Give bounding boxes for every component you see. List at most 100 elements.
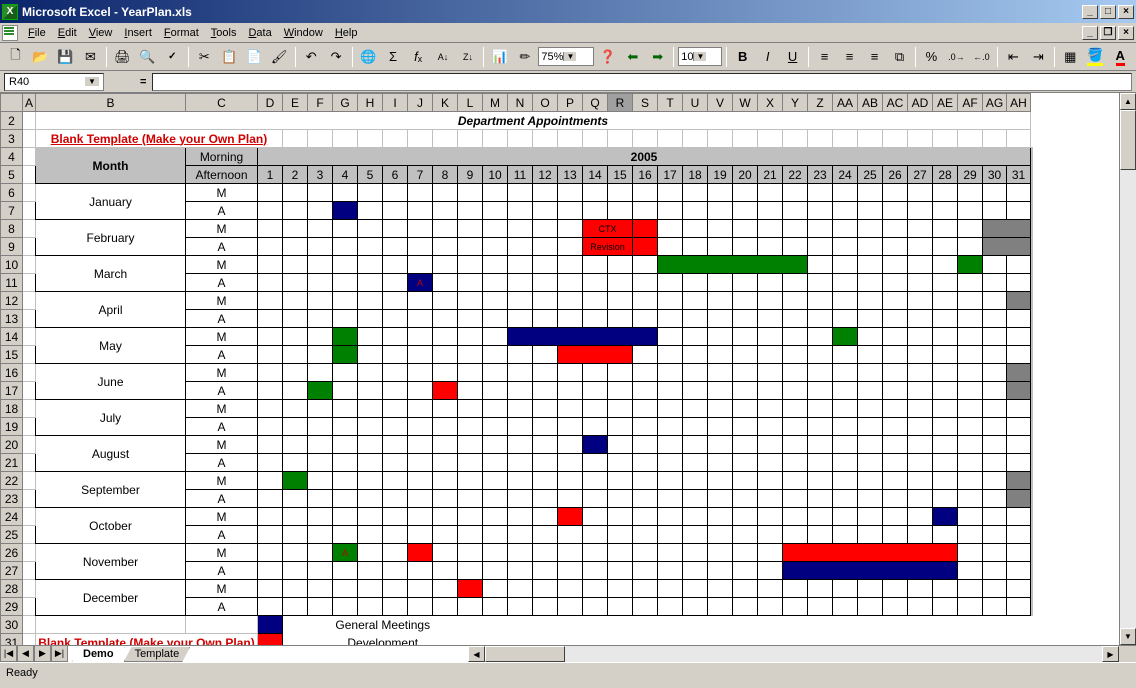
day-cell[interactable] (908, 292, 933, 310)
day-cell[interactable] (433, 544, 458, 562)
day-cell[interactable] (583, 310, 608, 328)
day-cell[interactable] (358, 544, 383, 562)
day-cell[interactable] (933, 526, 958, 544)
day-cell[interactable] (808, 328, 833, 346)
day-cell[interactable] (658, 382, 683, 400)
day-cell[interactable] (983, 544, 1007, 562)
day-cell[interactable] (633, 454, 658, 472)
day-cell[interactable] (633, 598, 658, 616)
day-cell[interactable] (958, 364, 983, 382)
day-cell[interactable] (383, 400, 408, 418)
day-cell[interactable] (733, 382, 758, 400)
day-cell[interactable] (458, 328, 483, 346)
day-cell[interactable] (458, 400, 483, 418)
day-cell[interactable] (533, 490, 558, 508)
day-cell[interactable] (408, 364, 433, 382)
day-cell[interactable] (733, 472, 758, 490)
day-cell[interactable] (533, 580, 558, 598)
day-cell[interactable] (458, 418, 483, 436)
tab-last-icon[interactable]: ▶| (51, 645, 68, 662)
day-cell[interactable] (508, 346, 533, 364)
day-cell[interactable] (983, 292, 1007, 310)
day-cell[interactable] (608, 598, 633, 616)
day-cell[interactable] (658, 454, 683, 472)
day-cell[interactable] (858, 454, 883, 472)
day-cell[interactable] (883, 238, 908, 256)
day-cell[interactable] (533, 526, 558, 544)
day-cell[interactable] (758, 400, 783, 418)
scroll-left-icon[interactable]: ◀ (468, 646, 485, 662)
day-cell[interactable] (833, 472, 858, 490)
day-cell[interactable] (1007, 544, 1031, 562)
day-cell[interactable] (958, 184, 983, 202)
underline-icon[interactable]: U (781, 46, 804, 68)
day-cell[interactable] (308, 472, 333, 490)
appointment-cell[interactable]: Revision (583, 238, 633, 256)
day-cell[interactable] (458, 544, 483, 562)
day-cell[interactable] (958, 418, 983, 436)
hscroll-thumb[interactable] (485, 646, 565, 662)
day-cell[interactable] (358, 418, 383, 436)
day-cell[interactable] (708, 544, 733, 562)
day-cell[interactable] (958, 382, 983, 400)
sheet-tab-demo[interactable]: Demo (72, 647, 125, 662)
day-cell[interactable] (808, 472, 833, 490)
day-cell[interactable] (908, 472, 933, 490)
day-cell[interactable] (308, 580, 333, 598)
day-cell[interactable] (808, 256, 833, 274)
help-icon[interactable]: ❓ (596, 46, 619, 68)
day-cell[interactable] (958, 562, 983, 580)
align-center-icon[interactable]: ≡ (838, 46, 861, 68)
day-cell[interactable] (558, 238, 583, 256)
day-cell[interactable] (658, 436, 683, 454)
day-cell[interactable] (758, 562, 783, 580)
day-cell[interactable] (983, 436, 1007, 454)
day-cell[interactable] (658, 238, 683, 256)
col-header-AE[interactable]: AE (933, 94, 958, 112)
day-cell[interactable] (558, 256, 583, 274)
day-cell[interactable] (333, 292, 358, 310)
day-cell[interactable] (733, 418, 758, 436)
minimize-button[interactable]: _ (1082, 5, 1098, 19)
appointment-cell[interactable] (658, 256, 808, 274)
day-cell[interactable] (758, 598, 783, 616)
day-cell[interactable] (1007, 274, 1031, 292)
day-cell[interactable] (708, 238, 733, 256)
day-cell[interactable] (758, 220, 783, 238)
day-cell[interactable] (383, 436, 408, 454)
day-cell[interactable] (933, 598, 958, 616)
day-cell[interactable] (758, 580, 783, 598)
undo-icon[interactable]: ↶ (300, 46, 323, 68)
day-cell[interactable] (708, 454, 733, 472)
day-cell[interactable] (833, 508, 858, 526)
day-cell[interactable] (683, 580, 708, 598)
day-cell[interactable] (258, 400, 283, 418)
day-cell[interactable] (333, 472, 358, 490)
appointment-cell[interactable] (283, 472, 308, 490)
day-cell[interactable] (908, 454, 933, 472)
col-header-Q[interactable]: Q (583, 94, 608, 112)
copy-icon[interactable]: 📋 (218, 46, 241, 68)
day-cell[interactable] (283, 526, 308, 544)
decrease-decimal-icon[interactable]: ←.0 (970, 46, 993, 68)
day-cell[interactable] (1007, 526, 1031, 544)
col-header-G[interactable]: G (333, 94, 358, 112)
day-cell[interactable] (958, 526, 983, 544)
day-cell[interactable] (908, 418, 933, 436)
row-header-9[interactable]: 9 (1, 238, 23, 256)
day-cell[interactable] (908, 256, 933, 274)
borders-icon[interactable]: ▦ (1059, 46, 1082, 68)
row-header-21[interactable]: 21 (1, 454, 23, 472)
day-cell[interactable] (758, 364, 783, 382)
day-cell[interactable] (258, 238, 283, 256)
name-box[interactable]: R40 ▼ (4, 73, 104, 91)
day-cell[interactable] (358, 328, 383, 346)
row-header-29[interactable]: 29 (1, 598, 23, 616)
day-cell[interactable] (508, 292, 533, 310)
day-cell[interactable] (608, 184, 633, 202)
day-cell[interactable] (833, 256, 858, 274)
day-cell[interactable] (533, 310, 558, 328)
day-cell[interactable] (983, 490, 1007, 508)
day-cell[interactable] (583, 418, 608, 436)
day-cell[interactable] (408, 184, 433, 202)
